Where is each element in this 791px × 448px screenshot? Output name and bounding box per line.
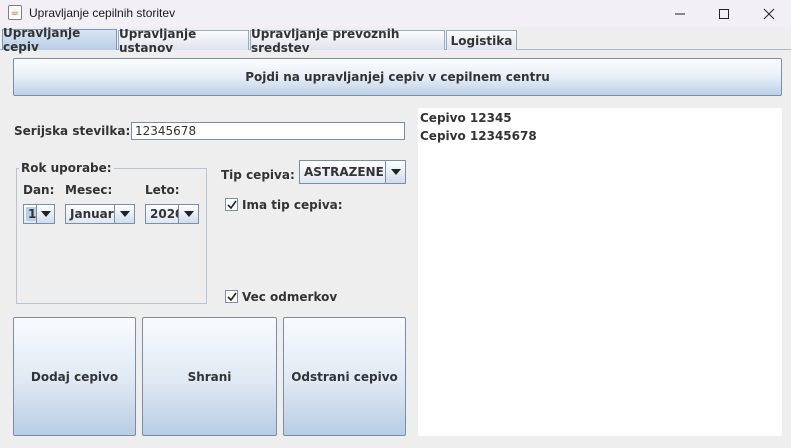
minimize-icon <box>675 13 685 14</box>
minimize-button[interactable] <box>657 0 703 27</box>
maximize-button[interactable] <box>701 0 747 27</box>
add-vaccine-button[interactable]: Dodaj cepivo <box>13 317 136 436</box>
expiry-group-title: Rok uporabe: <box>19 161 114 175</box>
vaccine-list[interactable]: Cepivo 12345 Cepivo 12345678 <box>418 108 782 436</box>
list-item[interactable]: Cepivo 12345678 <box>420 129 537 143</box>
chevron-down-icon[interactable] <box>114 205 134 223</box>
remove-vaccine-button[interactable]: Odstrani cepivo <box>283 317 406 436</box>
day-select[interactable]: 1 <box>23 204 55 224</box>
has-type-checkbox[interactable] <box>225 198 238 211</box>
tab-logistika[interactable]: Logistika <box>446 30 517 50</box>
checkmark-icon <box>226 200 237 209</box>
multi-dose-checkbox[interactable] <box>225 290 238 303</box>
chevron-down-icon[interactable] <box>385 161 405 183</box>
serial-label: Serijska stevilka: <box>14 124 131 138</box>
tab-upravljanje-prevoznih-sredstev[interactable]: Upravljanje prevoznih sredstev <box>250 27 445 55</box>
day-label: Dan: <box>23 183 55 197</box>
close-icon <box>763 8 775 19</box>
month-select[interactable]: Januar <box>65 204 135 224</box>
maximize-icon <box>719 8 729 19</box>
close-button[interactable] <box>746 0 791 27</box>
title-bar[interactable]: ☕ Upravljanje cepilnih storitev <box>0 0 791 27</box>
serial-input[interactable]: 12345678 <box>131 122 405 140</box>
year-select[interactable]: 2020 <box>145 204 199 224</box>
month-label: Mesec: <box>65 183 113 197</box>
chevron-down-icon[interactable] <box>36 205 54 223</box>
list-item[interactable]: Cepivo 12345 <box>420 111 512 125</box>
tab-upravljanje-ustanov[interactable]: Upravljanje ustanov <box>118 27 249 55</box>
vaccine-type-select[interactable]: ASTRAZENE... <box>299 160 406 184</box>
multi-dose-label: Vec odmerkov <box>242 290 338 304</box>
vaccine-type-label: Tip cepiva: <box>221 168 295 182</box>
year-label: Leto: <box>145 183 180 197</box>
checkmark-icon <box>226 292 237 301</box>
has-type-label: Ima tip cepiva: <box>242 198 343 212</box>
month-select-value: Januar <box>70 207 114 221</box>
window-title: Upravljanje cepilnih storitev <box>29 6 176 20</box>
java-icon: ☕ <box>8 5 22 20</box>
save-button[interactable]: Shrani <box>142 317 277 436</box>
goto-center-button[interactable]: Pojdi na upravljanjej cepiv v cepilnem c… <box>13 58 782 96</box>
tab-upravljanje-cepiv[interactable]: Upravljanje cepiv <box>2 26 117 54</box>
chevron-down-icon[interactable] <box>178 205 198 223</box>
